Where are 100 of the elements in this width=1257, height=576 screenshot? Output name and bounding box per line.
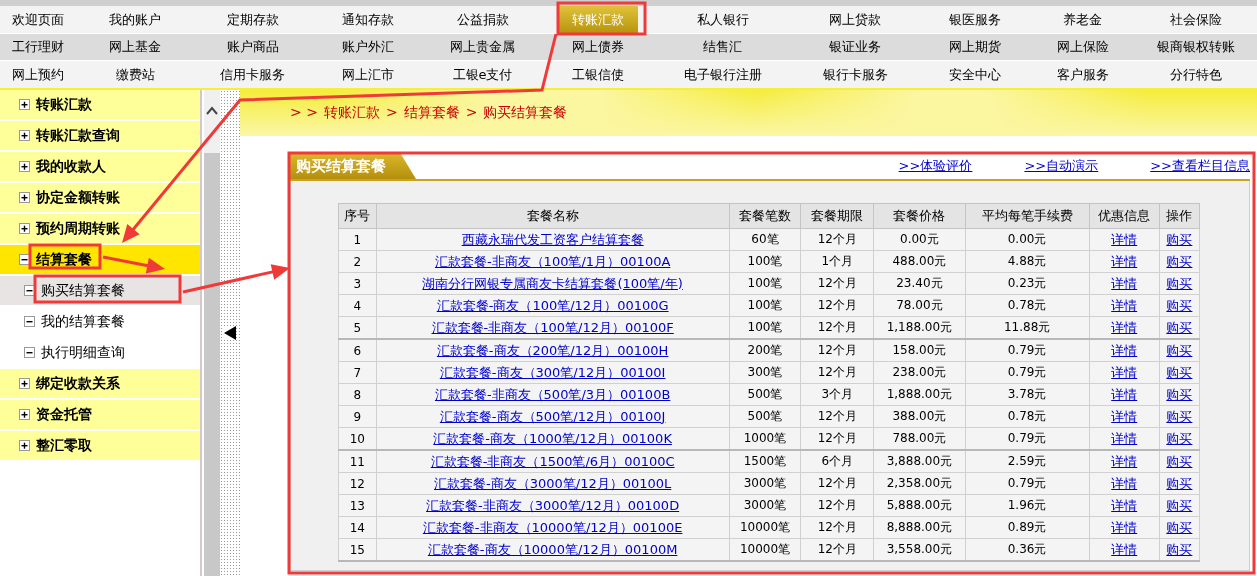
table-cell: 0.79元 xyxy=(1007,343,1047,357)
sidebar-item[interactable]: 整汇零取 xyxy=(0,431,200,462)
nav-tab[interactable]: 养老金 xyxy=(1053,6,1112,33)
nav-tab[interactable]: 公益捐款 xyxy=(446,6,519,33)
nav-tab[interactable]: 网上预约 xyxy=(1,61,74,88)
table-cell: 0.36元 xyxy=(1007,542,1047,556)
table-cell: 12个月 xyxy=(817,498,857,512)
plus-icon xyxy=(19,223,30,234)
table-cell: 100笔 xyxy=(747,320,783,334)
table-cell: 100笔 xyxy=(747,254,783,268)
column-header: 套餐名称 xyxy=(376,203,730,229)
nav-tab[interactable]: 银医服务 xyxy=(939,6,1011,33)
table-cell: 23.40元 xyxy=(896,276,943,290)
breadcrumb-link[interactable]: 转账汇款 xyxy=(323,104,380,122)
table-cell: 0.89元 xyxy=(1007,520,1047,534)
nav-tab[interactable]: 网上贵金属 xyxy=(440,34,525,60)
nav-tab[interactable]: 社会保险 xyxy=(1160,6,1232,33)
nav-tab[interactable]: 网上基金 xyxy=(99,34,171,60)
nav-tab[interactable]: 私人银行 xyxy=(686,6,759,33)
table-cell: 12 xyxy=(349,476,365,491)
table-cell: 4 xyxy=(353,298,362,313)
nav-tab[interactable]: 网上保险 xyxy=(1046,34,1119,60)
table-cell: 1个月 xyxy=(821,254,854,268)
sidebar-item[interactable]: 资金托管 xyxy=(0,400,200,431)
nav-tab[interactable]: 分行特色 xyxy=(1160,61,1232,88)
nav-tab[interactable]: 网上贷款 xyxy=(819,6,891,33)
sidebar-item[interactable]: 绑定收款关系 xyxy=(0,369,200,400)
sidebar-item[interactable]: 我的收款人 xyxy=(0,152,200,183)
nav-tab[interactable]: 电子银行注册 xyxy=(673,61,772,88)
nav-tab[interactable]: 通知存款 xyxy=(331,6,404,33)
column-header: 套餐笔数 xyxy=(729,203,801,229)
panel-link[interactable]: >>自动演示 xyxy=(1024,157,1099,175)
panel-link[interactable]: >>查看栏目信息 xyxy=(1150,157,1250,175)
nav-tab[interactable]: 我的账户 xyxy=(99,6,171,33)
nav-tab[interactable]: 欢迎页面 xyxy=(1,6,74,33)
nav-tab[interactable]: 结售汇 xyxy=(693,34,752,60)
panel-link[interactable]: >>体验评价 xyxy=(898,157,973,175)
table-cell: 5 xyxy=(353,320,362,335)
table-cell: 11.88元 xyxy=(1003,320,1051,334)
table-cell: 2,358.00元 xyxy=(886,476,953,490)
table-cell: 9 xyxy=(353,409,362,424)
nav-tab[interactable]: 工银e支付 xyxy=(442,61,523,88)
annotation-arrow xyxy=(102,255,165,274)
nav-tab[interactable]: 缴费站 xyxy=(105,61,165,88)
nav-tab[interactable]: 工行理财 xyxy=(1,34,74,60)
table-cell: 500笔 xyxy=(747,409,783,423)
plus-icon xyxy=(19,409,30,420)
nav-tab[interactable]: 安全中心 xyxy=(939,61,1011,88)
nav-tab[interactable]: 账户外汇 xyxy=(331,34,404,60)
nav-tab[interactable]: 信用卡服务 xyxy=(210,61,295,88)
table-cell: 14 xyxy=(349,520,365,535)
table-cell: 158.00元 xyxy=(892,343,947,357)
table-cell: 3 xyxy=(353,276,362,291)
table-cell: 0.23元 xyxy=(1007,276,1047,290)
table-cell: 10000笔 xyxy=(739,542,791,556)
table-cell: 12个月 xyxy=(817,365,857,379)
table-cell: 60笔 xyxy=(751,232,779,246)
breadcrumb-link[interactable]: 购买结算套餐 xyxy=(483,104,568,122)
table-cell: 12个月 xyxy=(817,520,857,534)
sidebar-item[interactable]: 转账汇款 xyxy=(0,90,200,121)
table-cell: 12个月 xyxy=(817,320,857,334)
nav-tab[interactable]: 客户服务 xyxy=(1046,61,1119,88)
table-cell: 2 xyxy=(353,254,362,269)
table-cell: 10000笔 xyxy=(739,520,791,534)
table-cell: 8 xyxy=(353,387,362,402)
table-cell: 1.96元 xyxy=(1007,498,1047,512)
nav-tab[interactable]: 银商银权转账 xyxy=(1147,34,1245,60)
column-header: 平均每笔手续费 xyxy=(965,203,1090,229)
table-cell: 11 xyxy=(349,454,365,469)
table-cell: 3个月 xyxy=(821,387,854,401)
sidebar-item[interactable]: 协定金额转账 xyxy=(0,183,200,214)
table-cell: 0.78元 xyxy=(1007,298,1047,312)
table-cell: 12个月 xyxy=(817,276,857,290)
plus-icon xyxy=(19,192,30,203)
nav-tab[interactable]: 网上期货 xyxy=(939,34,1011,60)
nav-tab[interactable]: 网上债券 xyxy=(561,34,634,60)
plus-icon xyxy=(19,378,30,389)
table-cell: 0.78元 xyxy=(1007,409,1047,423)
column-header: 序号 xyxy=(338,203,377,229)
breadcrumb-link[interactable]: 结算套餐 xyxy=(403,104,460,122)
table-cell: 0.79元 xyxy=(1007,431,1047,445)
nav-tab[interactable]: 银行卡服务 xyxy=(812,61,898,88)
triangle-left-icon[interactable] xyxy=(224,326,236,340)
scroll-up-icon[interactable] xyxy=(206,106,218,116)
nav-tab[interactable]: 定期存款 xyxy=(216,6,289,33)
nav-tab[interactable]: 账户商品 xyxy=(216,34,289,60)
table-cell: 200笔 xyxy=(747,343,783,357)
nav-tab[interactable]: 网上汇市 xyxy=(331,61,404,88)
table-cell: 788.00元 xyxy=(892,431,947,445)
table-cell: 1,888.00元 xyxy=(886,387,953,401)
nav-tab[interactable]: 银证业务 xyxy=(819,34,891,60)
table-cell: 3,558.00元 xyxy=(886,542,953,556)
plus-icon xyxy=(19,130,30,141)
sidebar-item[interactable]: 预约周期转账 xyxy=(0,214,200,245)
table-cell: 1,188.00元 xyxy=(886,320,953,334)
sidebar-item[interactable]: 转账汇款查询 xyxy=(0,121,200,152)
column-header: 套餐价格 xyxy=(873,203,966,229)
nav-tab[interactable]: 工银信使 xyxy=(561,61,634,88)
panel-title: 购买结算套餐 xyxy=(290,154,416,179)
table-cell: 238.00元 xyxy=(892,365,947,379)
